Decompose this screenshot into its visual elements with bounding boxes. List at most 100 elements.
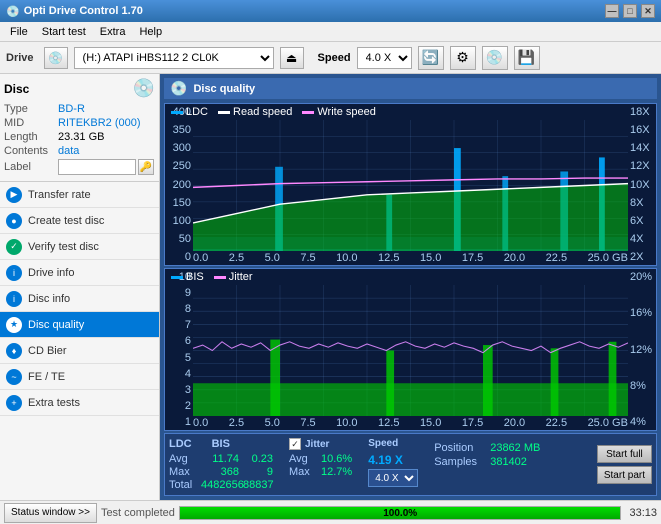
right-panel: 💿 Disc quality LDC Read speed (160, 74, 661, 500)
jitter-color-swatch (214, 276, 226, 279)
jitter-max-value: 12.7% (321, 466, 352, 478)
jitter-checkbox[interactable]: ✓ (289, 438, 301, 450)
disc-type-value: BD-R (58, 103, 85, 115)
menu-help[interactable]: Help (133, 24, 168, 40)
samples-label: Samples (434, 456, 486, 468)
verify-test-disc-icon: ✓ (6, 239, 22, 255)
write-speed-legend: Write speed (302, 106, 376, 118)
max-ldc-value: 368 (201, 466, 239, 478)
dq-icon: 💿 (170, 80, 187, 97)
top-chart-y-right: 18X 16X 14X 12X 10X 8X 6X 4X 2X (628, 104, 656, 265)
sidebar-item-disc-quality[interactable]: ★ Disc quality (0, 312, 159, 338)
progress-bar: 100.0% (179, 506, 622, 520)
create-test-disc-label: Create test disc (28, 215, 104, 227)
disc-type-label: Type (4, 103, 58, 115)
disc-mid-value: RITEKBR2 (000) (58, 117, 141, 129)
total-label: Total (169, 479, 197, 491)
bis-col-header: BIS (212, 438, 230, 450)
menu-bar: File Start test Extra Help (0, 22, 661, 42)
sidebar-item-transfer-rate[interactable]: ▶ Transfer rate (0, 182, 159, 208)
drive-select[interactable]: (H:) ATAPI iHBS112 2 CL0K (74, 47, 274, 69)
disc-contents-label: Contents (4, 145, 58, 157)
speed-header: Speed (368, 438, 418, 449)
status-text: Test completed (101, 507, 175, 519)
samples-value: 381402 (490, 456, 527, 468)
ldc-color-swatch (171, 111, 183, 114)
read-speed-legend-label: Read speed (233, 106, 292, 118)
bis-color-swatch (171, 276, 183, 279)
disc-contents-row: Contents data (4, 145, 155, 157)
speed-stats: Speed 4.19 X 4.0 X (368, 438, 418, 491)
extra-tests-icon: + (6, 395, 22, 411)
disc-quality-label: Disc quality (28, 319, 84, 331)
top-chart-svg (193, 120, 628, 251)
sidebar-item-disc-info[interactable]: i Disc info (0, 286, 159, 312)
jitter-header: Jitter (305, 439, 329, 450)
sidebar-item-cd-bier[interactable]: ♦ CD Bier (0, 338, 159, 364)
drive-bar: Drive 💿 (H:) ATAPI iHBS112 2 CL0K ⏏ Spee… (0, 42, 661, 74)
disc-header: Disc 💿 (4, 78, 155, 99)
jitter-legend-label: Jitter (229, 271, 253, 283)
status-bar: Status window >> Test completed 100.0% 3… (0, 500, 661, 524)
progress-text: 100.0% (180, 508, 621, 519)
menu-extra[interactable]: Extra (94, 24, 132, 40)
ldc-legend-label: LDC (186, 106, 208, 118)
write-color-swatch (302, 111, 314, 114)
menu-file[interactable]: File (4, 24, 34, 40)
start-full-button[interactable]: Start full (597, 445, 652, 463)
refresh-button[interactable]: 🔄 (418, 46, 444, 70)
jitter-avg-label: Avg (289, 453, 317, 465)
disc-mid-label: MID (4, 117, 58, 129)
disc-quality-header: 💿 Disc quality (164, 78, 657, 99)
speed-select[interactable]: 4.0 X (357, 47, 412, 69)
max-label: Max (169, 466, 197, 478)
disc-button[interactable]: 💿 (482, 46, 508, 70)
disc-label-label: Label (4, 161, 58, 173)
sidebar-item-extra-tests[interactable]: + Extra tests (0, 390, 159, 416)
speed-value: 4.19 X (368, 453, 418, 467)
disc-info-label: Disc info (28, 293, 70, 305)
title-text: Opti Drive Control 1.70 (24, 5, 143, 17)
drive-info-icon: i (6, 265, 22, 281)
top-chart-y-left: 400 350 300 250 200 150 100 50 0 (165, 104, 193, 265)
max-bis-value: 9 (243, 466, 273, 478)
ldc-legend: LDC (171, 106, 208, 118)
bottom-chart-legend: BIS Jitter (171, 271, 253, 283)
title-bar: 💿 Opti Drive Control 1.70 — □ ✕ (0, 0, 661, 22)
sidebar-item-drive-info[interactable]: i Drive info (0, 260, 159, 286)
verify-test-disc-label: Verify test disc (28, 241, 99, 253)
sidebar-item-create-test-disc[interactable]: ● Create test disc (0, 208, 159, 234)
stats-panel: LDC BIS Avg 11.74 0.23 Max 368 9 Total (164, 433, 657, 496)
close-button[interactable]: ✕ (641, 4, 655, 18)
cd-bier-label: CD Bier (28, 345, 67, 357)
sidebar-item-verify-test-disc[interactable]: ✓ Verify test disc (0, 234, 159, 260)
sidebar: Disc 💿 Type BD-R MID RITEKBR2 (000) Leng… (0, 74, 160, 500)
disc-panel: Disc 💿 Type BD-R MID RITEKBR2 (000) Leng… (0, 74, 159, 182)
speed-label: Speed (318, 52, 351, 64)
menu-start-test[interactable]: Start test (36, 24, 92, 40)
settings-button[interactable]: ⚙ (450, 46, 476, 70)
minimize-button[interactable]: — (605, 4, 619, 18)
status-window-button[interactable]: Status window >> (4, 503, 97, 523)
maximize-button[interactable]: □ (623, 4, 637, 18)
eject-button[interactable]: ⏏ (280, 47, 304, 69)
jitter-stats: ✓ Jitter Avg 10.6% Max 12.7% (289, 438, 352, 491)
speed-combo-select[interactable]: 4.0 X (368, 469, 418, 487)
disc-title: Disc (4, 82, 29, 96)
disc-type-row: Type BD-R (4, 103, 155, 115)
total-bis-value: 88837 (243, 479, 273, 491)
write-speed-legend-label: Write speed (317, 106, 376, 118)
bottom-chart-svg (193, 285, 628, 416)
disc-contents-value: data (58, 145, 79, 157)
disc-label-input[interactable] (58, 159, 136, 175)
position-stats: Position 23862 MB Samples 381402 (434, 438, 589, 491)
start-part-button[interactable]: Start part (597, 466, 652, 484)
drive-info-label: Drive info (28, 267, 74, 279)
disc-label-row: Label 🔑 (4, 159, 155, 175)
disc-label-btn[interactable]: 🔑 (138, 159, 154, 175)
disc-length-label: Length (4, 131, 58, 143)
save-button[interactable]: 💾 (514, 46, 540, 70)
sidebar-item-fe-te[interactable]: ~ FE / TE (0, 364, 159, 390)
total-ldc-value: 4482656 (201, 479, 239, 491)
position-label: Position (434, 442, 486, 454)
